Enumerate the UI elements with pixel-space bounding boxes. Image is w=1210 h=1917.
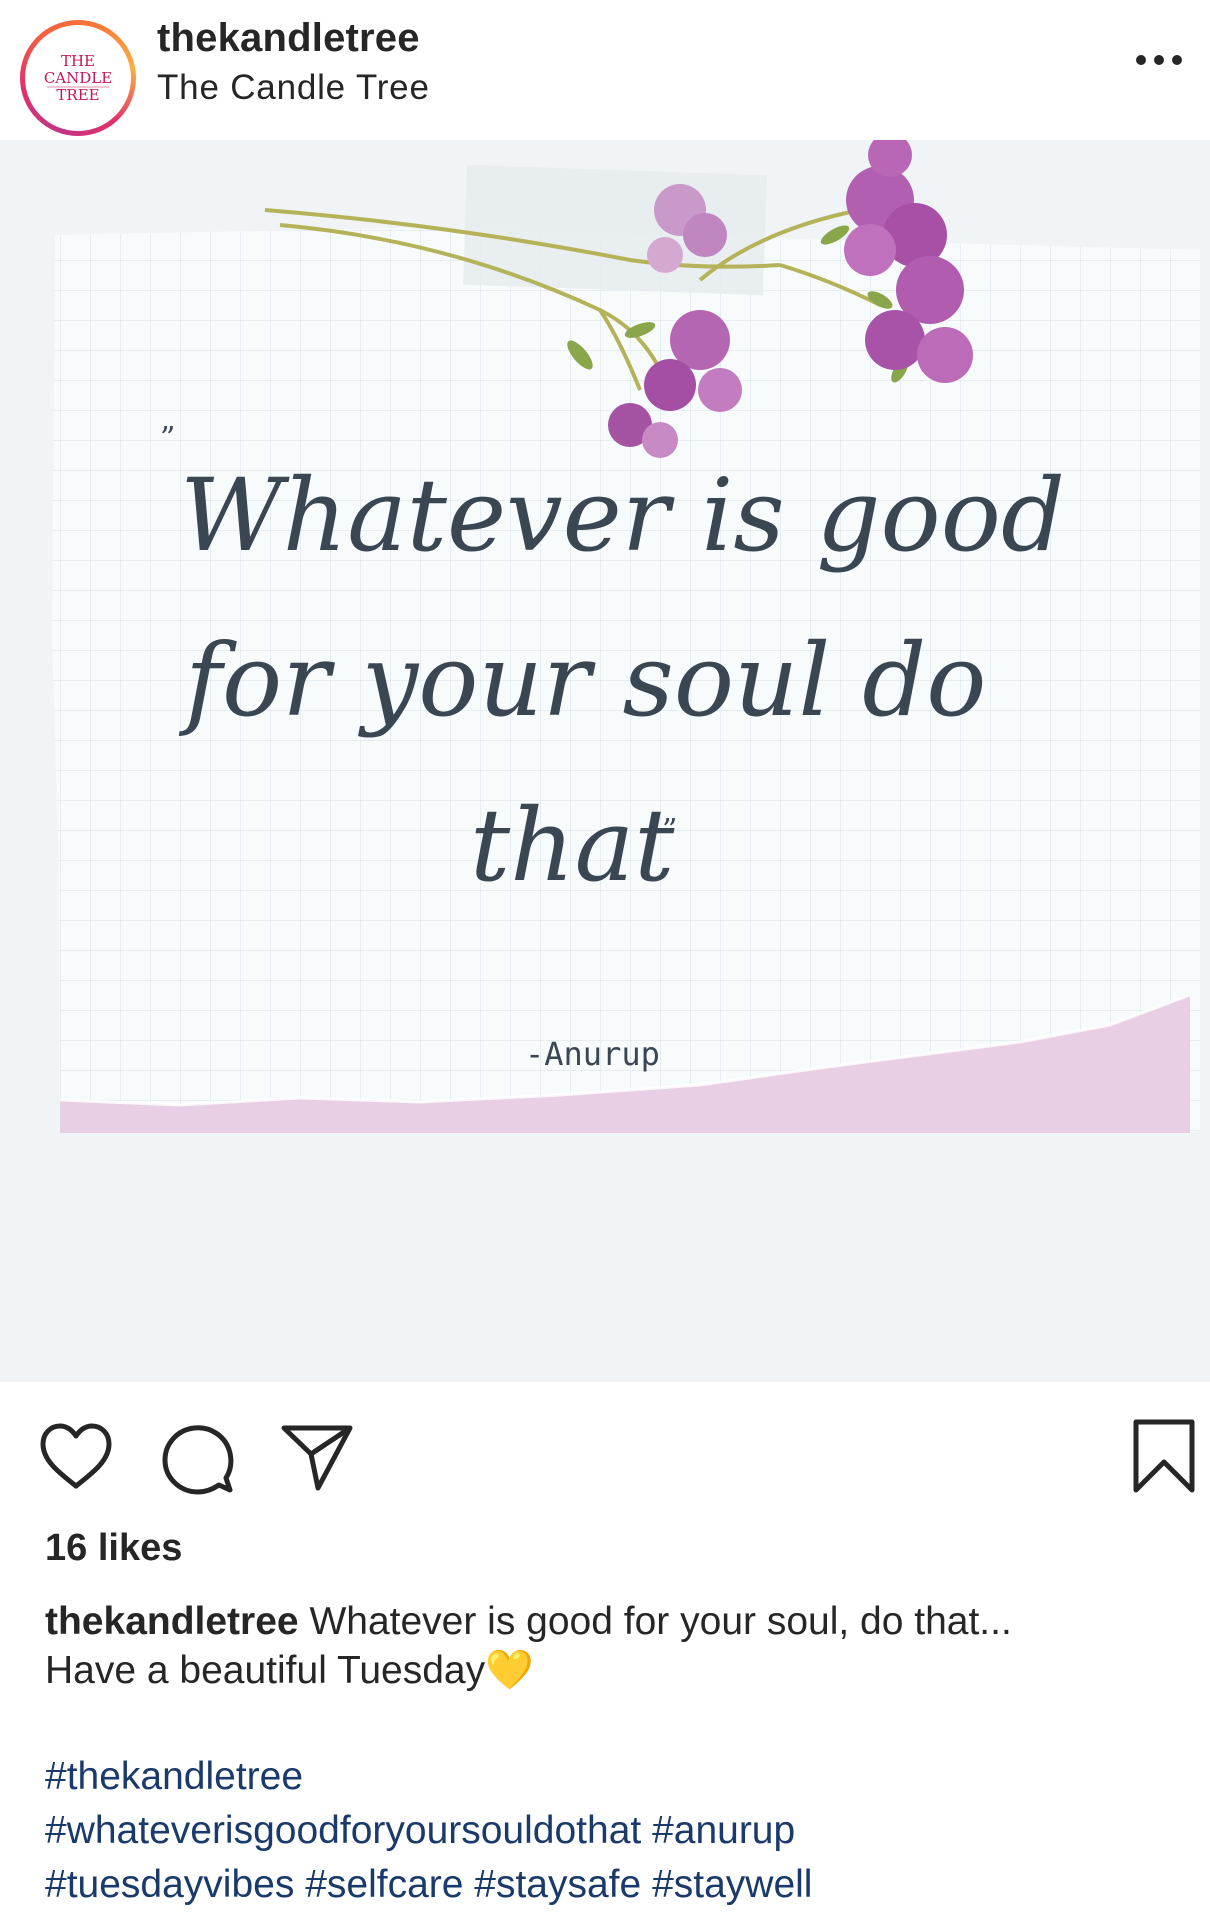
- hashtag-link[interactable]: #staysafe: [474, 1863, 641, 1906]
- svg-text:THE: THE: [61, 52, 95, 70]
- comment-button[interactable]: [160, 1422, 234, 1501]
- svg-text:CANDLE: CANDLE: [44, 69, 112, 87]
- candle-tree-logo: THE CANDLE TREE: [44, 52, 112, 104]
- caption-text-line1: Whatever is good for your soul, do that.…: [309, 1600, 1012, 1643]
- hashtag-link[interactable]: #tuesdayvibes: [45, 1863, 294, 1906]
- quote-line-2: for your soul do: [178, 622, 986, 739]
- quote-image: ” Whatever is good for your soul do that…: [0, 140, 1210, 1382]
- comment-icon: [162, 1425, 234, 1495]
- hashtag-link[interactable]: #anurup: [652, 1809, 795, 1852]
- hashtag-link[interactable]: #staywell: [652, 1863, 812, 1906]
- hashtag-list: #thekandletree #whateverisgoodforyoursou…: [45, 1750, 1185, 1912]
- svg-text:TREE: TREE: [56, 86, 99, 104]
- like-button[interactable]: [38, 1422, 114, 1497]
- hashtag-link[interactable]: #whateverisgoodforyoursouldothat: [45, 1809, 641, 1852]
- post-actions: [0, 1382, 1210, 1522]
- save-button[interactable]: [1132, 1418, 1196, 1499]
- caption-text-line2: Have a beautiful Tuesday: [45, 1649, 486, 1692]
- bookmark-icon: [1133, 1419, 1195, 1493]
- yellow-heart-emoji: 💛: [485, 1649, 534, 1692]
- share-button[interactable]: [280, 1422, 354, 1497]
- likes-count[interactable]: 16 likes: [45, 1527, 182, 1570]
- heart-icon: [40, 1423, 112, 1489]
- post-image[interactable]: ” Whatever is good for your soul do that…: [0, 140, 1210, 1382]
- send-icon: [281, 1425, 353, 1491]
- post-username[interactable]: thekandletree: [157, 16, 420, 61]
- more-options-button[interactable]: [1124, 40, 1194, 80]
- svg-text:”: ”: [160, 421, 175, 456]
- avatar-logo: THE CANDLE TREE: [25, 25, 131, 131]
- post-header: THE CANDLE TREE thekandletree The Candle…: [0, 0, 1210, 141]
- profile-avatar[interactable]: THE CANDLE TREE: [20, 20, 136, 136]
- more-horizontal-icon: [1136, 55, 1182, 65]
- quote-line-1: Whatever is good: [180, 457, 1065, 574]
- quote-line-3: that: [470, 787, 675, 904]
- hashtag-link[interactable]: #selfcare: [305, 1863, 463, 1906]
- post-subtitle[interactable]: The Candle Tree: [157, 68, 430, 108]
- caption-username[interactable]: thekandletree: [45, 1600, 299, 1643]
- post-caption: thekandletree Whatever is good for your …: [45, 1597, 1175, 1695]
- hashtag-link[interactable]: #thekandletree: [45, 1755, 303, 1798]
- quote-author: -Anurup: [525, 1035, 660, 1073]
- svg-text:”: ”: [662, 813, 677, 848]
